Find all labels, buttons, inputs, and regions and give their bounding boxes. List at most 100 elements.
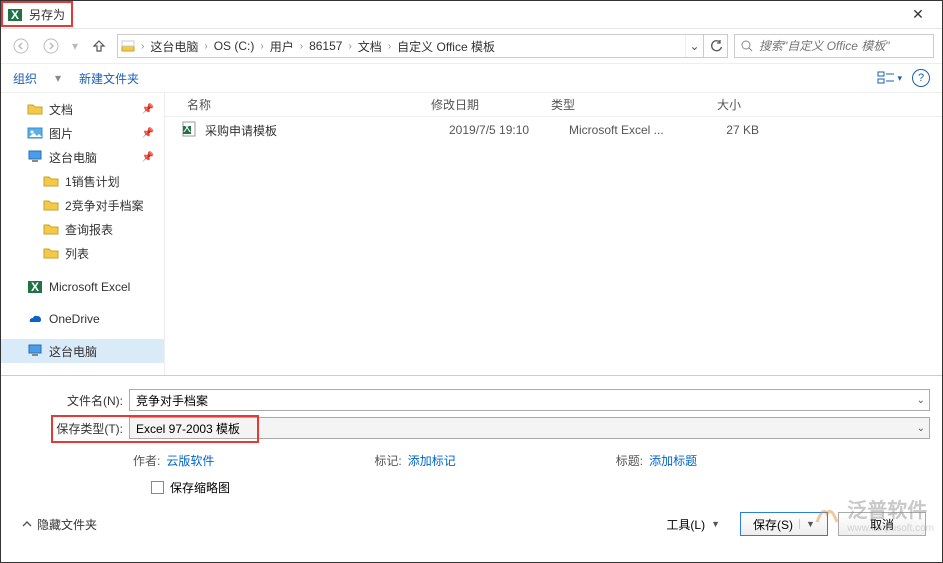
file-row[interactable]: X采购申请模板2019/7/5 19:10Microsoft Excel ...… [165,117,942,143]
file-name: 采购申请模板 [205,122,449,139]
sidebar-item[interactable]: 1销售计划 [1,169,164,193]
breadcrumb-item[interactable]: 自定义 Office 模板 [394,38,498,55]
sidebar-item-label: 1销售计划 [65,173,120,190]
column-date[interactable]: 修改日期 [431,96,551,113]
save-dropdown[interactable]: ▼ [799,519,815,529]
folder-icon [43,197,59,213]
column-name[interactable]: 名称 [181,96,431,113]
column-size[interactable]: 大小 [671,96,741,113]
sidebar-item[interactable]: 图片📌 [1,121,164,145]
forward-button[interactable] [39,34,63,58]
folder-icon [43,221,59,237]
author-field: 作者: 云版软件 [133,452,214,469]
tags-value[interactable]: 添加标记 [408,452,456,469]
excel-file-icon: X [181,121,199,139]
sidebar-item[interactable]: 这台电脑 📌 [1,145,164,169]
thumbnail-checkbox[interactable] [151,481,164,494]
chevron-right-icon[interactable]: › [345,41,354,52]
file-type: Microsoft Excel ... [569,123,689,137]
chevron-up-icon [21,518,33,530]
tags-field: 标记: 添加标记 [374,452,455,469]
chevron-right-icon[interactable]: › [385,41,394,52]
title-bar: X 另存为 ✕ [1,1,942,29]
hide-folders-toggle[interactable]: 隐藏文件夹 [21,516,97,533]
address-bar[interactable]: › 这台电脑 › OS (C:) › 用户 › 86157 › 文档 › 自定义… [117,34,728,58]
save-button[interactable]: 保存(S) ▼ [740,512,828,536]
sidebar-item[interactable]: 2竞争对手档案 [1,193,164,217]
metadata-row: 作者: 云版软件 标记: 添加标记 标题: 添加标题 [1,444,942,473]
save-form: 文件名(N): 竞争对手档案 ⌄ 保存类型(T): Excel 97-2003 … [1,375,942,546]
filetype-value: Excel 97-2003 模板 [136,420,240,437]
title-field: 标题: 添加标题 [616,452,697,469]
sidebar-item[interactable]: 查询报表 [1,217,164,241]
toolbar: 组织 ▾ 新建文件夹 ▾ ? [1,63,942,93]
nav-bar: ▾ › 这台电脑 › OS (C:) › 用户 › 86157 › 文档 › 自… [1,29,942,63]
chevron-right-icon[interactable]: › [297,41,306,52]
refresh-button[interactable] [703,35,727,57]
filetype-row: 保存类型(T): Excel 97-2003 模板 ⌄ [51,416,930,440]
thumbnail-row: 保存缩略图 [1,473,942,500]
doc-title-value[interactable]: 添加标题 [649,452,697,469]
sidebar: 文档📌图片📌这台电脑📌1销售计划2竞争对手档案查询报表列表XMicrosoft … [1,93,165,375]
sidebar-item-label: 这台电脑 [49,149,97,166]
chevron-down-icon[interactable]: ⌄ [917,423,925,434]
sidebar-item-label: 这台电脑 [49,343,97,360]
file-area: 名称 修改日期 类型 大小 X采购申请模板2019/7/5 19:10Micro… [165,93,942,375]
author-value[interactable]: 云版软件 [166,452,214,469]
chevron-right-icon[interactable]: › [201,41,210,52]
sidebar-item-label: 2竞争对手档案 [65,197,144,214]
back-button[interactable] [9,34,33,58]
svg-text:X: X [31,280,39,294]
sidebar-item-label: 文档 [49,101,73,118]
sidebar-item[interactable]: X Microsoft Excel [1,275,164,299]
cancel-button[interactable]: 取消 [838,512,926,536]
breadcrumb-item[interactable]: 文档 [355,38,385,55]
chevron-right-icon[interactable]: › [257,41,266,52]
drive-icon [118,39,138,53]
search-input[interactable] [759,39,927,53]
pc-icon [27,149,43,165]
up-button[interactable] [87,34,111,58]
chevron-down-icon[interactable]: ⌄ [917,395,925,406]
excel-icon: X [7,7,23,23]
pin-icon: 📌 [142,152,154,163]
breadcrumb-item[interactable]: 86157 [306,39,345,53]
view-options[interactable]: ▾ [877,71,902,85]
sidebar-item[interactable]: 这台电脑 [1,339,164,363]
body: 文档📌图片📌这台电脑📌1销售计划2竞争对手档案查询报表列表XMicrosoft … [1,93,942,375]
sidebar-item[interactable]: 列表 [1,241,164,265]
tools-menu[interactable]: 工具(L) ▼ [656,512,730,536]
breadcrumb-item[interactable]: 这台电脑 [147,38,201,55]
recent-dropdown[interactable]: ▾ [69,34,81,58]
address-dropdown[interactable]: ⌄ [685,35,703,57]
pc-icon [27,343,43,359]
footer: 隐藏文件夹 工具(L) ▼ 保存(S) ▼ 取消 [1,500,942,546]
filename-input[interactable]: 竞争对手档案 ⌄ [129,389,930,411]
search-box[interactable] [734,34,934,58]
folder-icon [43,173,59,189]
sidebar-item[interactable]: OneDrive [1,307,164,331]
folder-icon [43,245,59,261]
close-button[interactable]: ✕ [898,6,938,23]
pictures-icon [27,125,43,141]
new-folder-button[interactable]: 新建文件夹 [79,70,139,87]
pin-icon: 📌 [142,128,154,139]
sidebar-item[interactable]: 文档📌 [1,97,164,121]
column-type[interactable]: 类型 [551,96,671,113]
onedrive-icon [27,311,43,327]
thumbnail-label: 保存缩略图 [170,479,230,496]
sidebar-item-label: 列表 [65,245,89,262]
help-button[interactable]: ? [912,69,930,87]
tags-label: 标记: [374,452,401,469]
folder-icon [27,101,43,117]
filetype-label: 保存类型(T): [51,420,129,437]
chevron-right-icon[interactable]: › [138,41,147,52]
organize-menu[interactable]: 组织 [13,70,37,87]
sidebar-item-label: OneDrive [49,312,100,326]
filetype-select[interactable]: Excel 97-2003 模板 ⌄ [129,417,930,439]
breadcrumb-item[interactable]: 用户 [267,38,297,55]
sidebar-item-label: 查询报表 [65,221,113,238]
window-title: 另存为 [29,6,898,23]
sidebar-item-label: Microsoft Excel [49,280,130,294]
breadcrumb-item[interactable]: OS (C:) [211,39,258,53]
